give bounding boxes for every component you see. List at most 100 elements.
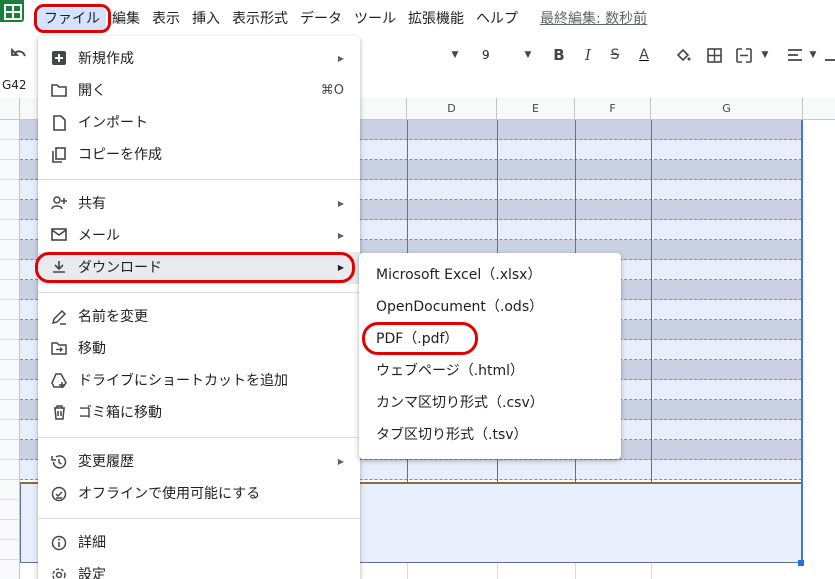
- selection-fill-handle[interactable]: [798, 560, 804, 566]
- menu-data[interactable]: データ: [294, 8, 348, 30]
- offline-icon: [51, 486, 67, 502]
- row-header[interactable]: [0, 460, 20, 480]
- menu-tools[interactable]: ツール: [348, 8, 402, 30]
- column-header-d[interactable]: D: [407, 98, 497, 120]
- column-divider: [651, 120, 652, 482]
- menu-item-label: オフラインで使用可能にする: [78, 486, 261, 502]
- menu-item-details[interactable]: 詳細: [38, 527, 360, 559]
- row-header[interactable]: [0, 480, 20, 500]
- menu-item-download[interactable]: ダウンロード ▶: [38, 252, 360, 284]
- sheets-logo-icon[interactable]: [0, 0, 24, 22]
- menu-format[interactable]: 表示形式: [226, 8, 294, 30]
- name-box[interactable]: G42: [0, 75, 30, 95]
- strikethrough-button[interactable]: S: [606, 38, 624, 72]
- menu-item-label: ダウンロード: [78, 260, 162, 276]
- row-header[interactable]: [0, 120, 20, 140]
- row-header[interactable]: [0, 400, 20, 420]
- menu-item-label: 新規作成: [78, 51, 134, 67]
- menu-item-share[interactable]: 共有 ▶: [38, 188, 360, 220]
- merge-cells-icon[interactable]: [733, 38, 755, 72]
- row-header[interactable]: [0, 240, 20, 260]
- align-icon[interactable]: [784, 38, 806, 72]
- download-tsv-option[interactable]: タブ区切り形式（.tsv）: [359, 419, 621, 451]
- row-header[interactable]: [0, 280, 20, 300]
- font-dropdown-chevron-icon[interactable]: ▼: [448, 38, 462, 72]
- menu-separator: [38, 179, 360, 180]
- menu-item-trash[interactable]: ゴミ箱に移動: [38, 397, 360, 429]
- text-color-button[interactable]: A: [634, 38, 654, 72]
- merge-chevron-icon[interactable]: ▼: [758, 38, 772, 72]
- column-header-e[interactable]: E: [497, 98, 575, 120]
- trash-icon: [51, 405, 67, 421]
- menu-item-email[interactable]: メール ▶: [38, 220, 360, 252]
- row-header[interactable]: [0, 140, 20, 160]
- row-header[interactable]: [0, 520, 20, 540]
- menu-item-make-copy[interactable]: コピーを作成: [38, 139, 360, 171]
- menu-view[interactable]: 表示: [146, 8, 186, 30]
- menu-item-offline[interactable]: オフラインで使用可能にする: [38, 478, 360, 510]
- mail-icon: [51, 228, 67, 244]
- download-html-option[interactable]: ウェブページ（.html）: [359, 355, 621, 387]
- file-icon: [51, 115, 67, 131]
- menu-bar: ファイル 編集 表示 挿入 表示形式 データ ツール 拡張機能 ヘルプ 最終編集…: [0, 0, 835, 38]
- row-header[interactable]: [0, 160, 20, 180]
- bold-button[interactable]: B: [550, 38, 568, 72]
- download-ods-option[interactable]: OpenDocument（.ods）: [359, 291, 621, 323]
- row-header[interactable]: [0, 500, 20, 520]
- menu-item-move[interactable]: 移動: [38, 333, 360, 365]
- menu-edit[interactable]: 編集: [106, 8, 146, 30]
- row-header[interactable]: [0, 180, 20, 200]
- gridline: [651, 563, 652, 579]
- menu-item-settings[interactable]: 設定: [38, 559, 360, 579]
- shortcut-label: ⌘O: [320, 83, 344, 98]
- menu-item-rename[interactable]: 名前を変更: [38, 301, 360, 333]
- row-header[interactable]: [0, 560, 20, 579]
- menu-item-open[interactable]: 開く ⌘O: [38, 75, 360, 107]
- menu-item-label: 変更履歴: [78, 454, 134, 470]
- row-header[interactable]: [0, 360, 20, 380]
- menu-item-new[interactable]: 新規作成 ▶: [38, 43, 360, 75]
- menu-item-label: ドライブにショートカットを追加: [78, 373, 288, 389]
- submenu-arrow-icon: ▶: [337, 54, 344, 63]
- fill-color-icon[interactable]: [672, 38, 694, 72]
- row-header[interactable]: [0, 420, 20, 440]
- font-size-chevron-icon[interactable]: ▼: [521, 38, 535, 72]
- italic-button[interactable]: I: [580, 38, 596, 72]
- submenu-arrow-icon: ▶: [337, 231, 344, 240]
- row-header[interactable]: [0, 260, 20, 280]
- menu-insert[interactable]: 挿入: [186, 8, 226, 30]
- row-header[interactable]: [0, 220, 20, 240]
- undo-icon[interactable]: [8, 38, 30, 72]
- align-chevron-icon[interactable]: ▼: [806, 38, 820, 72]
- row-header[interactable]: [0, 320, 20, 340]
- column-header-g[interactable]: G: [651, 98, 803, 120]
- menu-help[interactable]: ヘルプ: [470, 8, 524, 30]
- row-header[interactable]: [0, 200, 20, 220]
- plus-box-icon: [51, 51, 67, 67]
- info-icon: [51, 535, 67, 551]
- corner-cell[interactable]: [0, 98, 20, 120]
- last-edit-link[interactable]: 最終編集: 数秒前: [534, 8, 653, 30]
- row-header[interactable]: [0, 540, 20, 560]
- row-header[interactable]: [0, 380, 20, 400]
- gridline: [407, 563, 408, 579]
- download-xlsx-option[interactable]: Microsoft Excel（.xlsx）: [359, 259, 621, 291]
- menu-item-add-shortcut[interactable]: ドライブにショートカットを追加: [38, 365, 360, 397]
- row-header[interactable]: [0, 440, 20, 460]
- menu-item-version-history[interactable]: 変更履歴 ▶: [38, 446, 360, 478]
- borders-icon[interactable]: [703, 38, 725, 72]
- row-header[interactable]: [0, 340, 20, 360]
- person-add-icon: [51, 196, 67, 212]
- menu-file[interactable]: ファイル: [38, 8, 106, 30]
- menu-item-label: 詳細: [78, 535, 106, 551]
- download-csv-option[interactable]: カンマ区切り形式（.csv）: [359, 387, 621, 419]
- submenu-arrow-icon: ▶: [337, 199, 344, 208]
- menu-item-label: ゴミ箱に移動: [78, 405, 162, 421]
- download-icon: [51, 260, 67, 276]
- menu-item-import[interactable]: インポート: [38, 107, 360, 139]
- valign-icon[interactable]: [822, 38, 835, 72]
- menu-extensions[interactable]: 拡張機能: [402, 8, 470, 30]
- download-pdf-option[interactable]: PDF（.pdf）: [359, 323, 621, 355]
- row-header[interactable]: [0, 300, 20, 320]
- column-header-f[interactable]: F: [575, 98, 651, 120]
